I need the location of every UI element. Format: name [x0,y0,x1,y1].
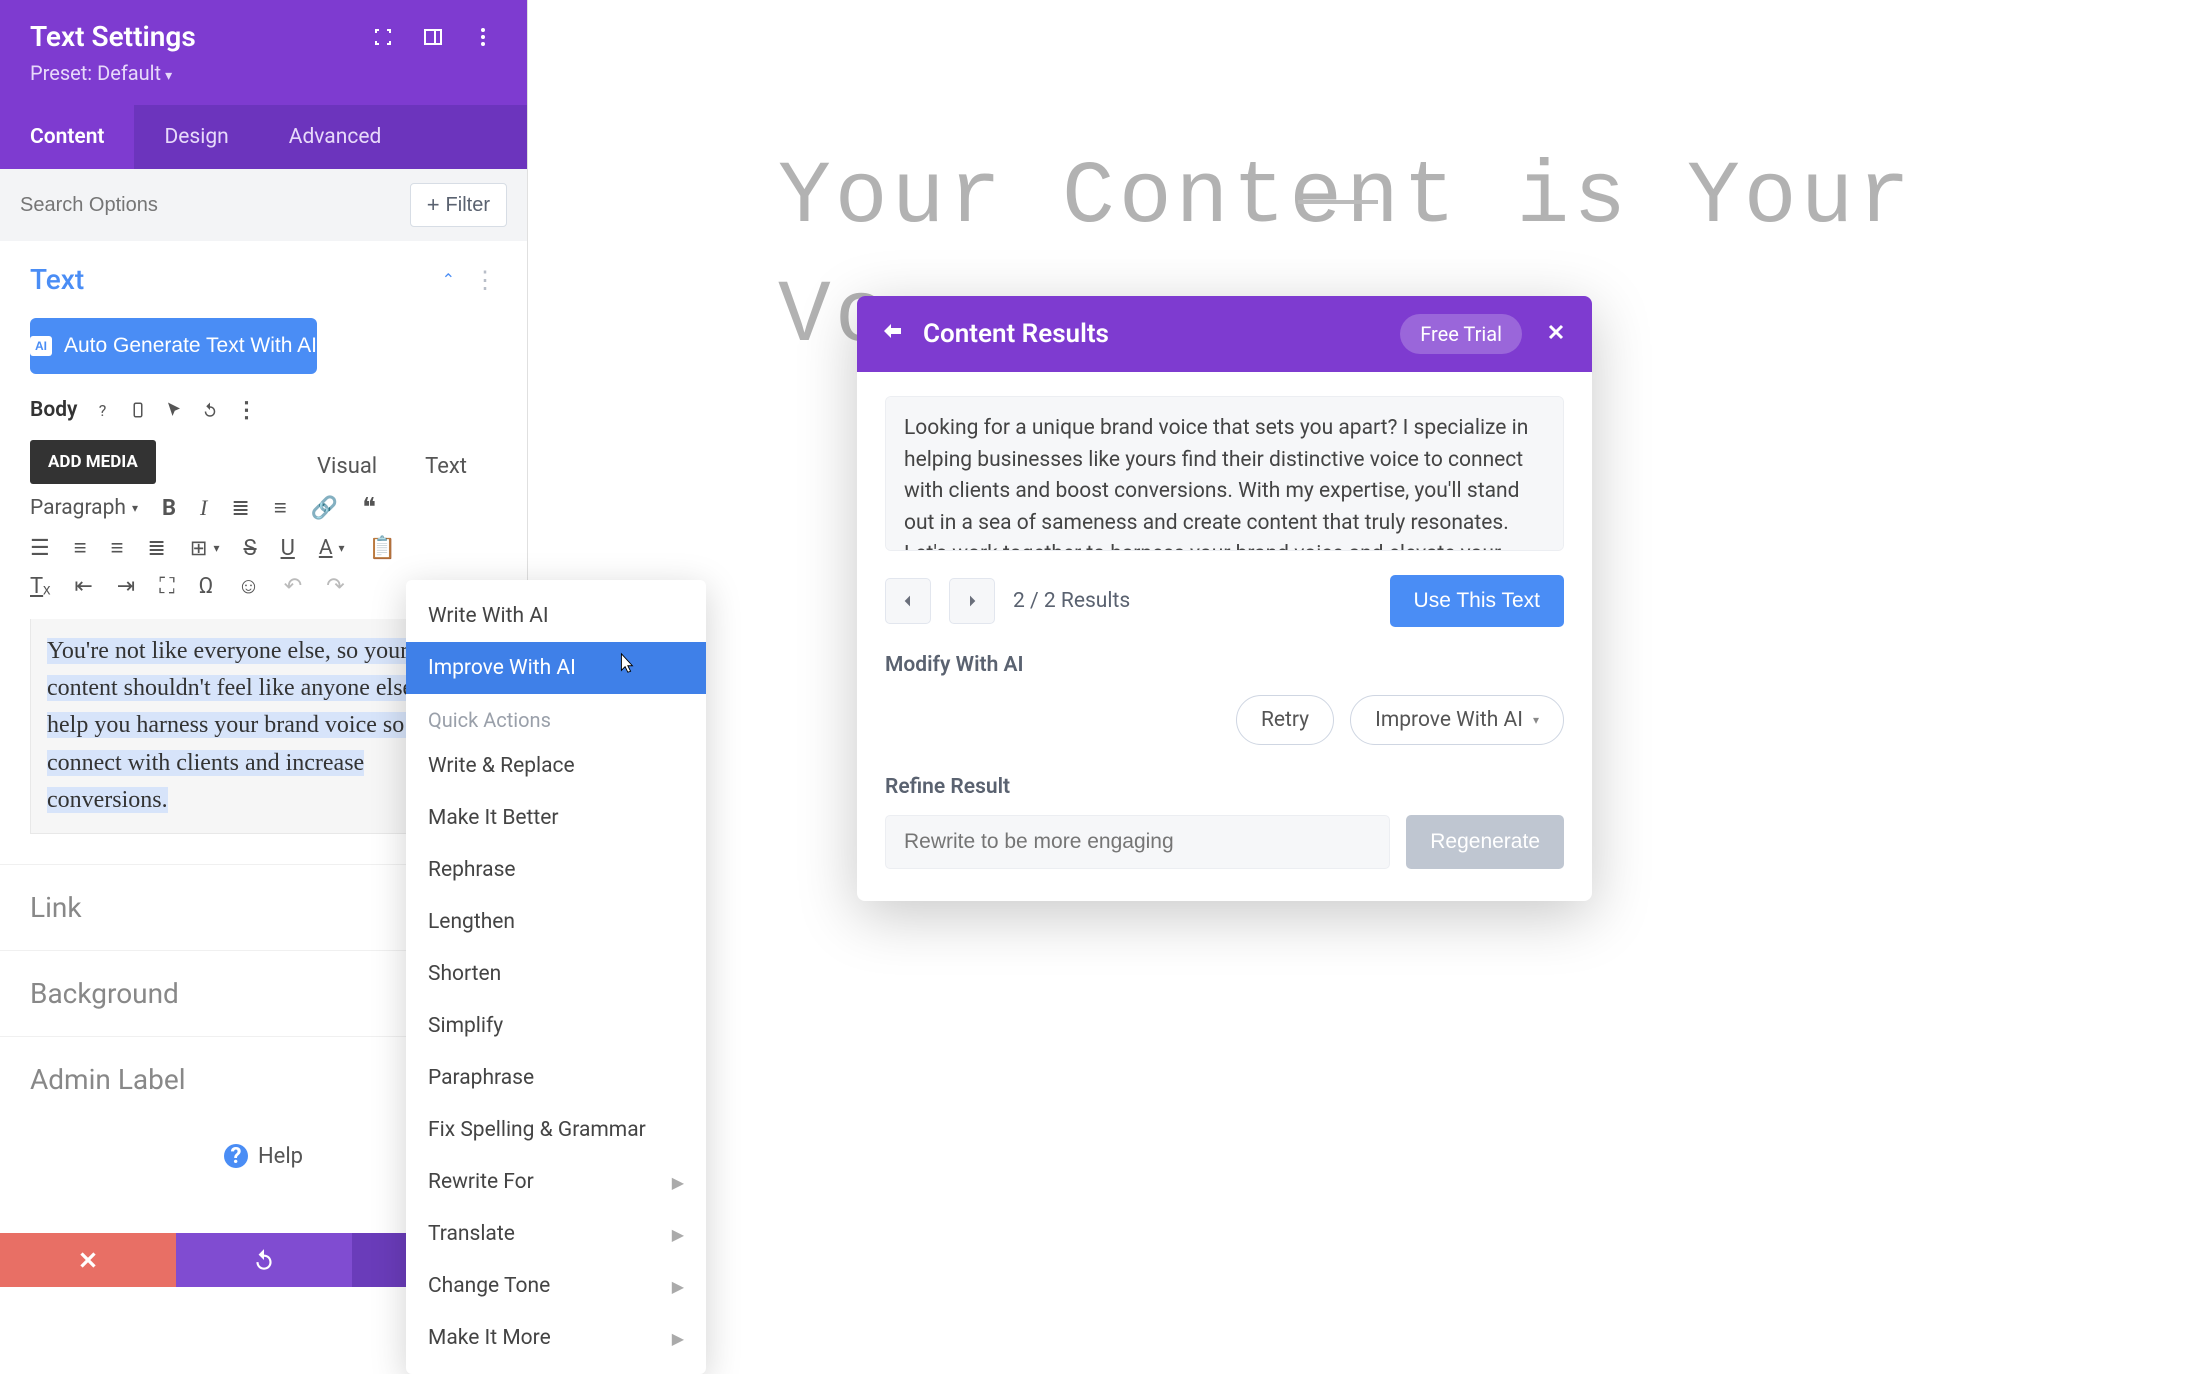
improve-with-ai-dropdown[interactable]: Improve With AI▾ [1350,695,1564,745]
format-select[interactable]: Paragraph▾ [30,496,138,520]
align-right-icon[interactable]: ≡ [111,535,124,561]
preset-selector[interactable]: Preset: Default▾ [30,53,497,99]
ctx-rephrase[interactable]: Rephrase [406,844,706,896]
mobile-icon[interactable] [127,399,149,421]
redo-icon[interactable]: ↷ [326,574,344,599]
pager-label: 2 / 2 Results [1013,589,1130,613]
modal-header: Content Results Free Trial [857,296,1592,372]
tab-advanced[interactable]: Advanced [259,105,412,169]
panel-header: Text Settings Preset: Default▾ [0,0,527,105]
chevron-right-icon: ▶ [672,1225,684,1244]
ctx-paraphrase[interactable]: Paraphrase [406,1052,706,1104]
text-section-header[interactable]: Text ⌃ ⋮ [0,241,527,306]
outdent-icon[interactable]: ⇤ [74,574,92,599]
ctx-make-better[interactable]: Make It Better [406,792,706,844]
dock-icon[interactable] [419,23,447,51]
refine-input[interactable] [885,815,1390,869]
align-justify-icon[interactable]: ≣ [147,536,165,561]
paste-icon[interactable]: 📋 [369,536,396,561]
free-trial-badge[interactable]: Free Trial [1400,314,1522,354]
fullscreen-icon[interactable]: ⛶ [159,574,174,599]
number-list-icon[interactable]: ≡ [274,495,287,521]
text-section-title: Text [30,263,442,296]
ai-context-menu: Write With AI Improve With AI Quick Acti… [406,580,706,1374]
content-results-modal: Content Results Free Trial 2 / 2 Results… [857,296,1592,901]
body-label: Body [30,398,77,422]
expand-icon[interactable] [369,23,397,51]
chevron-right-icon: ▶ [672,1173,684,1192]
indent-icon[interactable]: ⇥ [117,574,135,599]
table-icon[interactable]: ⊞▾ [190,536,220,561]
ctx-translate[interactable]: Translate▶ [406,1208,706,1260]
italic-icon[interactable]: I [200,495,207,521]
ctx-shorten[interactable]: Shorten [406,948,706,1000]
mouse-cursor-icon [615,652,637,674]
ctx-make-it-more[interactable]: Make It More▶ [406,1312,706,1364]
divider-line [1298,200,1378,204]
settings-tabs: Content Design Advanced [0,105,527,169]
ctx-write-with-ai[interactable]: Write With AI [406,590,706,642]
search-input[interactable] [20,194,410,217]
retry-button[interactable]: Retry [1236,695,1334,745]
strike-icon[interactable]: S [244,536,257,561]
panel-title: Text Settings [30,20,347,53]
bold-icon[interactable]: B [162,496,176,521]
auto-generate-button[interactable]: AI Auto Generate Text With AI [30,318,317,374]
ctx-improve-with-ai[interactable]: Improve With AI [406,642,706,694]
ctx-fix-spelling[interactable]: Fix Spelling & Grammar [406,1104,706,1156]
editor-tab-visual[interactable]: Visual [317,454,377,479]
bullet-list-icon[interactable]: ≣ [231,496,249,521]
modal-title: Content Results [923,319,1400,349]
help-circle-icon[interactable]: ? [91,399,113,421]
quote-icon[interactable]: ❝ [362,493,376,523]
clear-format-icon[interactable]: Tₓ [30,573,50,599]
tab-design[interactable]: Design [134,105,258,169]
cursor-icon[interactable] [163,399,185,421]
more-icon[interactable] [469,23,497,51]
body-menu-icon[interactable]: ⋮ [235,399,257,421]
editor-tab-text[interactable]: Text [425,454,467,479]
ctx-change-tone[interactable]: Change Tone▶ [406,1260,706,1312]
collapse-icon[interactable]: ⌃ [442,270,455,289]
ctx-simplify[interactable]: Simplify [406,1000,706,1052]
text-color-icon[interactable]: A▾ [319,536,345,560]
align-center-icon[interactable]: ≡ [74,535,87,561]
undo-footer-button[interactable] [176,1233,352,1287]
help-icon: ? [224,1144,248,1168]
tab-content[interactable]: Content [0,105,134,169]
regenerate-button[interactable]: Regenerate [1406,815,1564,869]
result-textarea[interactable] [885,396,1564,551]
underline-icon[interactable]: U [281,536,295,561]
ctx-write-replace[interactable]: Write & Replace [406,740,706,792]
use-this-text-button[interactable]: Use This Text [1390,575,1564,627]
body-label-row: Body ? ⋮ [0,390,527,430]
align-left-icon[interactable]: ☰ [30,536,50,561]
back-icon[interactable] [881,320,905,348]
modify-heading: Modify With AI [885,653,1564,677]
ctx-quick-actions-heading: Quick Actions [406,694,706,740]
add-media-button[interactable]: ADD MEDIA [30,440,156,484]
emoji-icon[interactable]: ☺ [237,573,259,599]
next-result-button[interactable] [949,578,995,624]
undo-icon[interactable]: ↶ [284,574,302,599]
link-icon[interactable]: 🔗 [311,496,338,521]
search-row: +Filter [0,169,527,241]
chevron-right-icon: ▶ [672,1329,684,1348]
omega-icon[interactable]: Ω [199,574,214,599]
ai-badge-icon: AI [30,336,52,356]
ctx-lengthen[interactable]: Lengthen [406,896,706,948]
close-button[interactable] [0,1233,176,1287]
chevron-down-icon: ▾ [1533,713,1539,727]
prev-result-button[interactable] [885,578,931,624]
section-menu-icon[interactable]: ⋮ [473,266,497,294]
reset-icon[interactable] [199,399,221,421]
filter-button[interactable]: +Filter [410,183,507,227]
refine-heading: Refine Result [885,775,1564,799]
close-icon[interactable] [1544,320,1568,348]
chevron-right-icon: ▶ [672,1277,684,1296]
ctx-rewrite-for[interactable]: Rewrite For▶ [406,1156,706,1208]
